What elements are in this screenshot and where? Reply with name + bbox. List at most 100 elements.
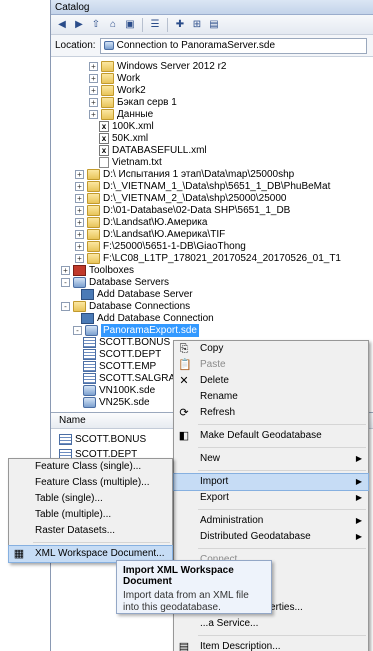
expand-icon[interactable]: + [75, 194, 84, 203]
menu-item-label: Feature Class (single)... [35, 461, 142, 472]
menu-item[interactable]: Feature Class (multiple)... [9, 475, 172, 491]
table-icon [83, 373, 96, 384]
menu-separator [198, 635, 366, 636]
menu-item[interactable]: New ▶ [174, 451, 368, 467]
expand-icon[interactable]: + [89, 74, 98, 83]
expand-icon[interactable]: + [89, 86, 98, 95]
menu-item-label: Table (single)... [35, 493, 103, 504]
new-folder-icon[interactable]: ✚ [173, 18, 187, 32]
menu-item[interactable]: Raster Datasets... [9, 523, 172, 539]
expand-icon[interactable]: + [89, 62, 98, 71]
folder-icon [73, 301, 86, 312]
menu-item[interactable]: ✕ Delete [174, 373, 368, 389]
submenu-arrow-icon: ▶ [355, 516, 362, 525]
menu-item[interactable]: ◧ Make Default Geodatabase [174, 428, 368, 444]
database-connection-icon [85, 325, 98, 336]
menu-item-label: Feature Class (multiple)... [35, 477, 150, 488]
item-description-icon: ▤ [178, 641, 190, 651]
catalog-toolbar: ◀ ▶ ⇧ ⌂ ▣ ☰ ✚ ⊞ ▤ [51, 15, 373, 35]
menu-item-label: Item Description... [200, 641, 281, 651]
connect-folder-icon[interactable]: ▣ [123, 18, 137, 32]
expand-icon[interactable]: + [89, 98, 98, 107]
tree-item[interactable]: VN25K.sde [83, 396, 150, 409]
folder-icon [87, 241, 100, 252]
paste-icon: 📋 [178, 359, 192, 371]
toggle-tree-icon[interactable]: ⊞ [190, 18, 204, 32]
expand-icon[interactable]: + [89, 110, 98, 119]
add-connection-icon [81, 313, 94, 324]
expand-icon[interactable]: + [75, 242, 84, 251]
menu-item-label: Refresh [200, 407, 236, 418]
tooltip-description: Import data from an XML file into this g… [123, 590, 249, 613]
expand-icon[interactable]: + [75, 230, 84, 239]
tree-item-label: F:\LC08_L1TP_178021_20170524_20170526_01… [103, 253, 341, 264]
database-connection-icon [83, 397, 96, 408]
menu-item[interactable]: Table (single)... [9, 491, 172, 507]
menu-item[interactable]: ...a Service... [174, 616, 368, 632]
location-field[interactable]: Connection to PanoramaServer.sde [99, 37, 367, 54]
toolbar-divider [167, 17, 168, 32]
import-submenu: Feature Class (single)... Feature Class (… [8, 458, 173, 563]
menu-item[interactable]: Feature Class (single)... [9, 459, 172, 475]
xml-workspace-icon: ▦ [13, 548, 25, 560]
folder-icon [101, 61, 114, 72]
table-icon [83, 337, 96, 348]
database-server-icon [73, 277, 86, 288]
folder-icon [101, 97, 114, 108]
menu-item[interactable]: Rename [174, 389, 368, 405]
properties-icon[interactable]: ▤ [207, 18, 221, 32]
list-item[interactable]: SCOTT.BONUS [59, 433, 146, 446]
menu-item-label: Distributed Geodatabase [200, 531, 311, 542]
menu-item-label: Rename [200, 391, 238, 402]
copy-icon: ⎘ [179, 343, 189, 355]
forward-icon[interactable]: ▶ [72, 18, 86, 32]
folder-icon [87, 205, 100, 216]
menu-item[interactable]: Table (multiple)... [9, 507, 172, 523]
folder-icon [87, 253, 100, 264]
menu-item[interactable]: ▤ Item Description... [174, 639, 368, 651]
folder-icon [101, 109, 114, 120]
collapse-icon[interactable]: - [61, 302, 70, 311]
expand-icon[interactable]: + [75, 182, 84, 191]
up-folder-icon[interactable]: ⇧ [89, 18, 103, 32]
default-gdb-icon: ◧ [178, 430, 190, 442]
collapse-icon[interactable]: - [61, 278, 70, 287]
submenu-arrow-icon: ▶ [355, 454, 362, 463]
menu-separator [198, 424, 366, 425]
text-file-icon [99, 157, 109, 168]
view-options-icon[interactable]: ☰ [148, 18, 162, 32]
home-icon[interactable]: ⌂ [106, 18, 120, 32]
expand-icon[interactable]: + [75, 206, 84, 215]
menu-item[interactable]: Import ▶ [173, 473, 369, 491]
submenu-arrow-icon: ▶ [355, 532, 362, 541]
menu-item[interactable]: ⎘ Copy [174, 341, 368, 357]
menu-item-label: Export [200, 492, 229, 503]
menu-item[interactable]: Distributed Geodatabase ▶ [174, 529, 368, 545]
table-icon [83, 361, 96, 372]
back-icon[interactable]: ◀ [55, 18, 69, 32]
menu-item[interactable]: 📋 Paste [174, 357, 368, 373]
collapse-icon[interactable]: - [73, 326, 82, 335]
menu-item[interactable]: Export ▶ [174, 490, 368, 506]
menu-item-label: Paste [200, 359, 226, 370]
expand-icon[interactable]: + [75, 254, 84, 263]
expand-icon[interactable]: + [61, 266, 70, 275]
menu-item-label: Delete [200, 375, 229, 386]
toolbox-icon [73, 265, 86, 276]
menu-item[interactable]: ⟳ Refresh [174, 405, 368, 421]
menu-separator [33, 542, 170, 543]
catalog-title: Catalog [51, 0, 373, 15]
menu-item[interactable]: Administration ▶ [174, 513, 368, 529]
menu-separator [198, 509, 366, 510]
folder-icon [101, 85, 114, 96]
folder-icon [87, 181, 100, 192]
submenu-arrow-icon: ▶ [355, 493, 362, 502]
expand-icon[interactable]: + [75, 170, 84, 179]
menu-item-label: Administration [200, 515, 264, 526]
list-item-label: SCOTT.BONUS [75, 434, 147, 445]
menu-item-label: Make Default Geodatabase [200, 430, 322, 441]
expand-icon[interactable]: + [75, 218, 84, 227]
submenu-arrow-icon: ▶ [355, 477, 362, 486]
folder-icon [101, 73, 114, 84]
menu-separator [198, 470, 366, 471]
